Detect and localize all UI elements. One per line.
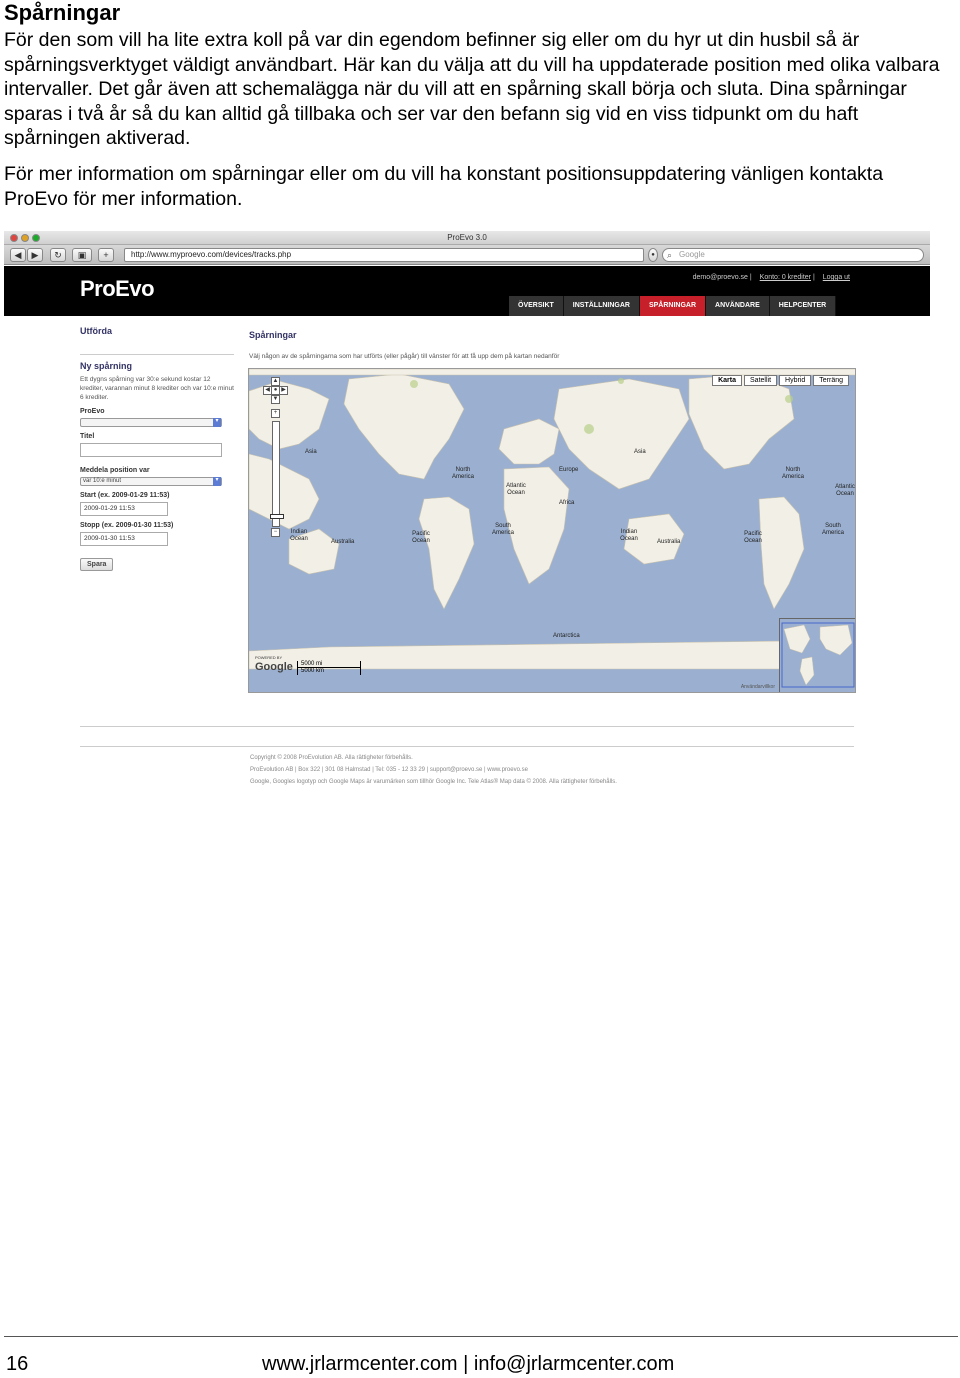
- interval-label: Meddela position var: [80, 467, 150, 474]
- window-icon[interactable]: ▣: [72, 248, 92, 262]
- map-label-south-america-1: South America: [491, 523, 514, 536]
- user-email: demo@proevo.se: [692, 274, 748, 281]
- page-heading: Spårningar: [4, 0, 121, 25]
- main-nav: ÖVERSIKT INSTÄLLNINGAR SPÅRNINGAR ANVÄND…: [509, 296, 837, 316]
- site-header: ProEvo demo@proevo.se | Konto: 0 kredite…: [4, 266, 930, 316]
- page-body: Utförda Ny spårning Ett dygns spårning v…: [4, 316, 930, 858]
- contact-info: www.jrlarmcenter.com | info@jrlarmcenter…: [262, 1353, 675, 1375]
- search-placeholder: Google: [679, 250, 705, 259]
- footer-divider-top: [80, 726, 854, 727]
- search-icon: ⌕: [667, 250, 673, 260]
- stop-label: Stopp (ex. 2009-01-30 11:53): [80, 522, 174, 529]
- map-type-switcher: Karta Satellit Hybrid Terräng: [710, 375, 849, 386]
- device-select[interactable]: [80, 418, 222, 427]
- map-label-indian-2: Indian Ocean: [620, 529, 638, 542]
- map-terms-link[interactable]: Användarvillkor: [741, 684, 775, 690]
- overview-land: [781, 622, 855, 688]
- browser-toolbar: ◀ ▶ ↻ ▣ + http://www.myproevo.com/device…: [4, 245, 930, 265]
- zoom-slider-thumb[interactable]: [270, 514, 284, 519]
- add-bookmark-icon[interactable]: +: [98, 248, 114, 262]
- sidebar: Utförda Ny spårning Ett dygns spårning v…: [80, 326, 234, 571]
- footer-address: ProEvolution AB | Box 322 | 301 08 Halms…: [250, 767, 528, 773]
- rss-icon[interactable]: ●: [648, 248, 658, 262]
- map-scale: 5000 mi 5000 km: [297, 661, 361, 675]
- nav-installningar[interactable]: INSTÄLLNINGAR: [563, 296, 640, 316]
- nav-oversikt[interactable]: ÖVERSIKT: [509, 296, 564, 316]
- map-label-north-america-2: North America: [781, 467, 804, 480]
- save-button[interactable]: Spara: [80, 558, 114, 571]
- proevo-logo[interactable]: ProEvo: [80, 276, 155, 302]
- intro-paragraph: För den som vill ha lite extra koll på v…: [4, 29, 940, 149]
- footer-rule: [4, 1336, 958, 1337]
- forward-icon[interactable]: ▶: [27, 248, 43, 262]
- map-label-australia-2: Australia: [657, 539, 681, 545]
- map-label-south-america-2: South America: [821, 523, 844, 536]
- nav-helpcenter[interactable]: HELPCENTER: [769, 296, 837, 316]
- interval-select[interactable]: var 10:e minut: [80, 477, 222, 486]
- logout-link[interactable]: Logga ut: [823, 274, 850, 281]
- map-label-north-america-1: North America: [451, 467, 474, 480]
- map-label-africa: Africa: [559, 500, 575, 506]
- start-input[interactable]: 2009-01-29 11:53: [80, 502, 168, 516]
- map-navigation-control: ▲ ◀ ● ▶ ▼ + −: [263, 377, 289, 537]
- world-map[interactable]: Asia North America Atlantic Ocean Europe…: [248, 368, 856, 693]
- pan-down-icon[interactable]: ▼: [271, 395, 280, 404]
- map-label-pacific-2: Pacific Ocean: [744, 531, 762, 544]
- map-label-asia-west: Asia: [305, 449, 317, 455]
- map-label-australia-1: Australia: [331, 539, 355, 545]
- back-icon[interactable]: ◀: [10, 248, 26, 262]
- nav-anvandare[interactable]: ANVÄNDARE: [706, 296, 770, 316]
- map-type-hybrid[interactable]: Hybrid: [779, 375, 812, 386]
- pan-right-icon[interactable]: ▶: [279, 386, 288, 395]
- map-label-antarctica: Antarctica: [553, 633, 580, 639]
- footer-copyright: Copyright © 2008 ProEvolution AB. Alla r…: [250, 755, 413, 761]
- account-link[interactable]: Konto: 0 krediter: [760, 274, 811, 281]
- google-logo[interactable]: Google: [255, 661, 293, 673]
- stop-input[interactable]: 2009-01-30 11:53: [80, 532, 168, 546]
- scale-km: 5000 km: [297, 668, 361, 675]
- map-label-atlantic-2: Atlantic Ocean: [835, 484, 855, 497]
- start-label: Start (ex. 2009-01-29 11:53): [80, 492, 170, 499]
- reload-icon[interactable]: ↻: [50, 248, 66, 262]
- title-label: Titel: [80, 433, 95, 440]
- app-screenshot: ProEvo 3.0 ◀ ▶ ↻ ▣ + http://www.myproevo…: [4, 231, 930, 858]
- device-label: ProEvo: [80, 408, 105, 415]
- address-bar[interactable]: http://www.myproevo.com/devices/tracks.p…: [124, 248, 644, 262]
- map-type-satellit[interactable]: Satellit: [744, 375, 778, 386]
- footer-divider-bottom: [80, 746, 854, 747]
- powered-by-text: POWERED BY: [255, 655, 283, 660]
- info-paragraph: För mer information om spårningar eller …: [4, 163, 884, 210]
- window-titlebar: ProEvo 3.0: [4, 231, 930, 245]
- user-links: demo@proevo.se | Konto: 0 krediter | Log…: [692, 274, 850, 281]
- pan-up-icon[interactable]: ▲: [271, 377, 280, 386]
- footer-trademark: Google, Googles logotyp och Google Maps …: [250, 779, 617, 785]
- map-label-europe: Europe: [559, 467, 579, 473]
- map-label-indian-1: Indian Ocean: [290, 529, 308, 542]
- map-label-atlantic-1: Atlantic Ocean: [506, 483, 526, 496]
- zoom-slider[interactable]: [270, 421, 284, 527]
- tracking-title: Spårningar: [249, 330, 297, 340]
- title-input[interactable]: [80, 443, 222, 457]
- pricing-text: Ett dygns spårning var 30:e sekund kosta…: [80, 376, 234, 401]
- new-tracking-heading: Ny spårning: [80, 361, 133, 371]
- zoom-out-icon[interactable]: −: [271, 528, 280, 537]
- divider: [80, 354, 234, 355]
- map-label-asia-east: Asia: [634, 449, 646, 455]
- window-title: ProEvo 3.0: [447, 233, 487, 242]
- site-footer: Copyright © 2008 ProEvolution AB. Alla r…: [80, 752, 854, 788]
- scale-miles: 5000 mi: [297, 661, 361, 668]
- tracking-description: Välj någon av de spårningarna som har ut…: [249, 353, 560, 360]
- zoom-in-icon[interactable]: +: [271, 409, 280, 418]
- map-type-terrang[interactable]: Terräng: [813, 375, 849, 386]
- search-input[interactable]: ⌕ Google: [662, 248, 924, 262]
- page-number: 16: [6, 1353, 29, 1375]
- overview-map[interactable]: [779, 618, 855, 692]
- map-label-pacific-1: Pacific Ocean: [412, 531, 430, 544]
- map-type-karta[interactable]: Karta: [712, 375, 743, 386]
- nav-sparningar[interactable]: SPÅRNINGAR: [639, 296, 707, 316]
- completed-heading[interactable]: Utförda: [80, 326, 234, 336]
